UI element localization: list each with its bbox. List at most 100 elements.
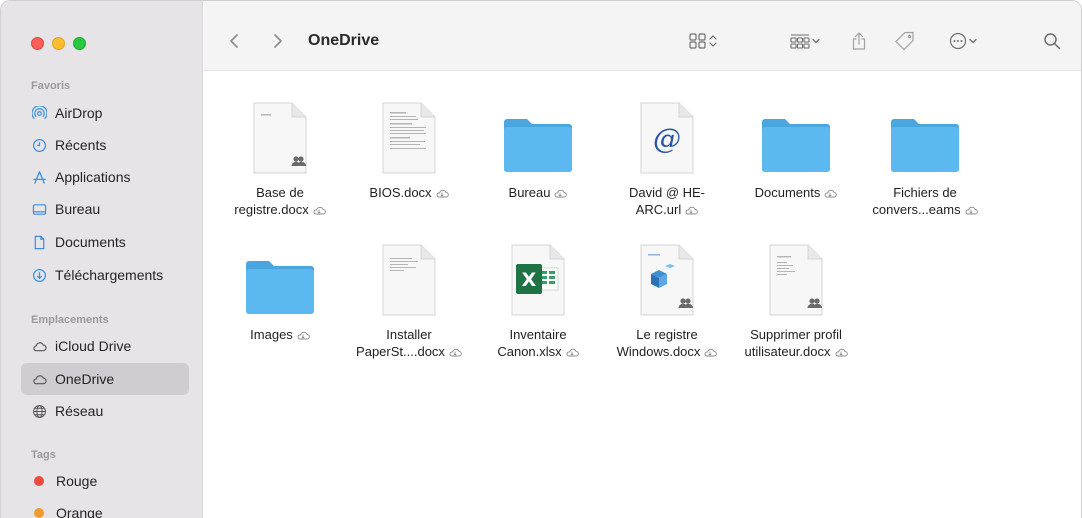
finder-window: Favoris AirDrop Récents Applications Bur…	[0, 0, 1082, 518]
sidebar-item-label: Téléchargements	[55, 267, 164, 283]
group-button[interactable]	[782, 29, 828, 53]
file-name-line: convers...eams	[872, 202, 961, 217]
airdrop-icon	[31, 105, 47, 121]
tag-button[interactable]	[892, 29, 918, 53]
sidebar-item-label: Orange	[56, 505, 103, 518]
shared-document-icon	[640, 244, 694, 316]
folder-item-images[interactable]: Images	[212, 228, 348, 343]
cloud-download-icon	[965, 206, 978, 215]
zoom-button[interactable]	[73, 37, 86, 50]
group-icon	[789, 32, 811, 50]
search-button[interactable]	[1040, 29, 1064, 53]
minimize-button[interactable]	[52, 37, 65, 50]
chevron-up-down-icon	[708, 34, 718, 48]
sidebar-item-tag-rouge[interactable]: Rouge	[21, 465, 189, 497]
window-controls	[31, 37, 86, 50]
cloud-icon	[31, 338, 47, 354]
sidebar-item-label: AirDrop	[55, 105, 103, 121]
sidebar-item-icloud-drive[interactable]: iCloud Drive	[21, 330, 189, 362]
back-button[interactable]	[224, 29, 244, 53]
cloud-download-icon	[297, 331, 310, 340]
file-name-line: Canon.xlsx	[497, 344, 562, 359]
file-name-line: Windows.docx	[616, 344, 701, 359]
grid-view-icon	[688, 32, 708, 50]
document-icon	[31, 234, 47, 250]
cloud-download-icon	[685, 206, 698, 215]
sidebar-item-label: Applications	[55, 169, 131, 185]
share-button[interactable]	[848, 29, 870, 53]
file-item-base-de-registre[interactable]: Base de registre.docx	[212, 86, 348, 218]
cloud-download-icon	[436, 189, 449, 198]
chevron-down-icon	[968, 36, 978, 46]
sidebar-item-documents[interactable]: Documents	[21, 226, 189, 258]
tags-section-title: Tags	[31, 449, 56, 461]
search-icon	[1043, 32, 1061, 50]
more-actions-button[interactable]	[942, 29, 984, 53]
sidebar-item-label: iCloud Drive	[55, 338, 132, 354]
file-name-line: Le registre	[636, 327, 698, 342]
cloud-icon	[31, 371, 47, 387]
word-document-icon	[382, 244, 436, 316]
folder-icon	[762, 119, 830, 172]
file-item-supprimer-profil-utilisateur[interactable]: Supprimer profil utilisateur.docx	[728, 228, 864, 360]
folder-item-fichiers-de-conversation[interactable]: Fichiers de convers...eams	[857, 86, 993, 218]
sidebar-item-airdrop[interactable]: AirDrop	[21, 97, 189, 129]
url-document-icon: @	[640, 102, 694, 174]
file-name-line: ARC.url	[635, 202, 682, 217]
svg-text:@: @	[653, 122, 681, 155]
excel-spreadsheet-icon: X	[511, 244, 565, 316]
file-name-line: Supprimer profil	[750, 327, 842, 342]
red-tag-icon	[34, 476, 44, 486]
file-name-line: Bureau	[508, 185, 551, 200]
forward-button[interactable]	[268, 29, 288, 53]
cloud-download-icon	[555, 189, 568, 198]
file-name-line: Inventaire	[509, 327, 567, 342]
favorites-section-title: Favoris	[31, 80, 71, 92]
cloud-download-icon	[449, 348, 462, 357]
word-document-icon	[382, 102, 436, 174]
cloud-download-icon	[705, 348, 718, 357]
file-name-line: Documents	[754, 185, 821, 200]
sidebar: Favoris AirDrop Récents Applications Bur…	[1, 1, 203, 518]
share-icon	[851, 31, 867, 51]
chevron-right-icon	[273, 33, 283, 49]
file-item-bios[interactable]: BIOS.docx	[341, 86, 477, 201]
close-button[interactable]	[31, 37, 44, 50]
folder-icon	[246, 261, 314, 314]
file-name-line: Images	[250, 327, 293, 342]
sidebar-item-onedrive[interactable]: OneDrive	[21, 363, 189, 395]
cloud-download-icon	[566, 348, 579, 357]
chevron-down-icon	[811, 36, 821, 46]
svg-text:X: X	[522, 269, 537, 291]
file-name-line: BIOS.docx	[369, 185, 432, 200]
file-name-line: David @ HE-	[628, 185, 706, 200]
cloud-download-icon	[313, 206, 326, 215]
sidebar-item-reseau[interactable]: Réseau	[21, 395, 189, 427]
sidebar-item-applications[interactable]: Applications	[21, 161, 189, 193]
file-grid: Base de registre.docx BIOS.docx Bureau @…	[204, 72, 1081, 518]
desktop-icon	[31, 201, 47, 217]
shared-document-icon	[769, 244, 823, 316]
sidebar-item-recents[interactable]: Récents	[21, 129, 189, 161]
cloud-download-icon	[835, 348, 848, 357]
file-item-le-registre-windows[interactable]: Le registre Windows.docx	[599, 228, 735, 360]
sidebar-item-tag-orange[interactable]: Orange	[21, 497, 189, 518]
sidebar-item-bureau[interactable]: Bureau	[21, 193, 189, 225]
file-item-installer-paperstream[interactable]: Installer PaperSt....docx	[341, 228, 477, 360]
folder-item-documents[interactable]: Documents	[728, 86, 864, 201]
sidebar-item-telechargements[interactable]: Téléchargements	[21, 259, 189, 291]
sidebar-item-label: OneDrive	[55, 371, 115, 387]
sidebar-item-label: Réseau	[55, 403, 104, 419]
window-title: OneDrive	[308, 32, 380, 49]
toolbar: OneDrive	[204, 1, 1081, 71]
shared-document-icon	[253, 102, 307, 174]
view-mode-button[interactable]	[680, 29, 726, 53]
ellipsis-circle-icon	[948, 31, 968, 51]
file-item-inventaire-canon[interactable]: X Inventaire Canon.xlsx	[470, 228, 606, 360]
file-item-david-url[interactable]: @ David @ HE- ARC.url	[599, 86, 735, 218]
folder-icon	[891, 119, 959, 172]
folder-item-bureau[interactable]: Bureau	[470, 86, 606, 201]
file-name-line: utilisateur.docx	[744, 344, 831, 359]
file-name-line: registre.docx	[234, 202, 309, 217]
chevron-left-icon	[229, 33, 239, 49]
